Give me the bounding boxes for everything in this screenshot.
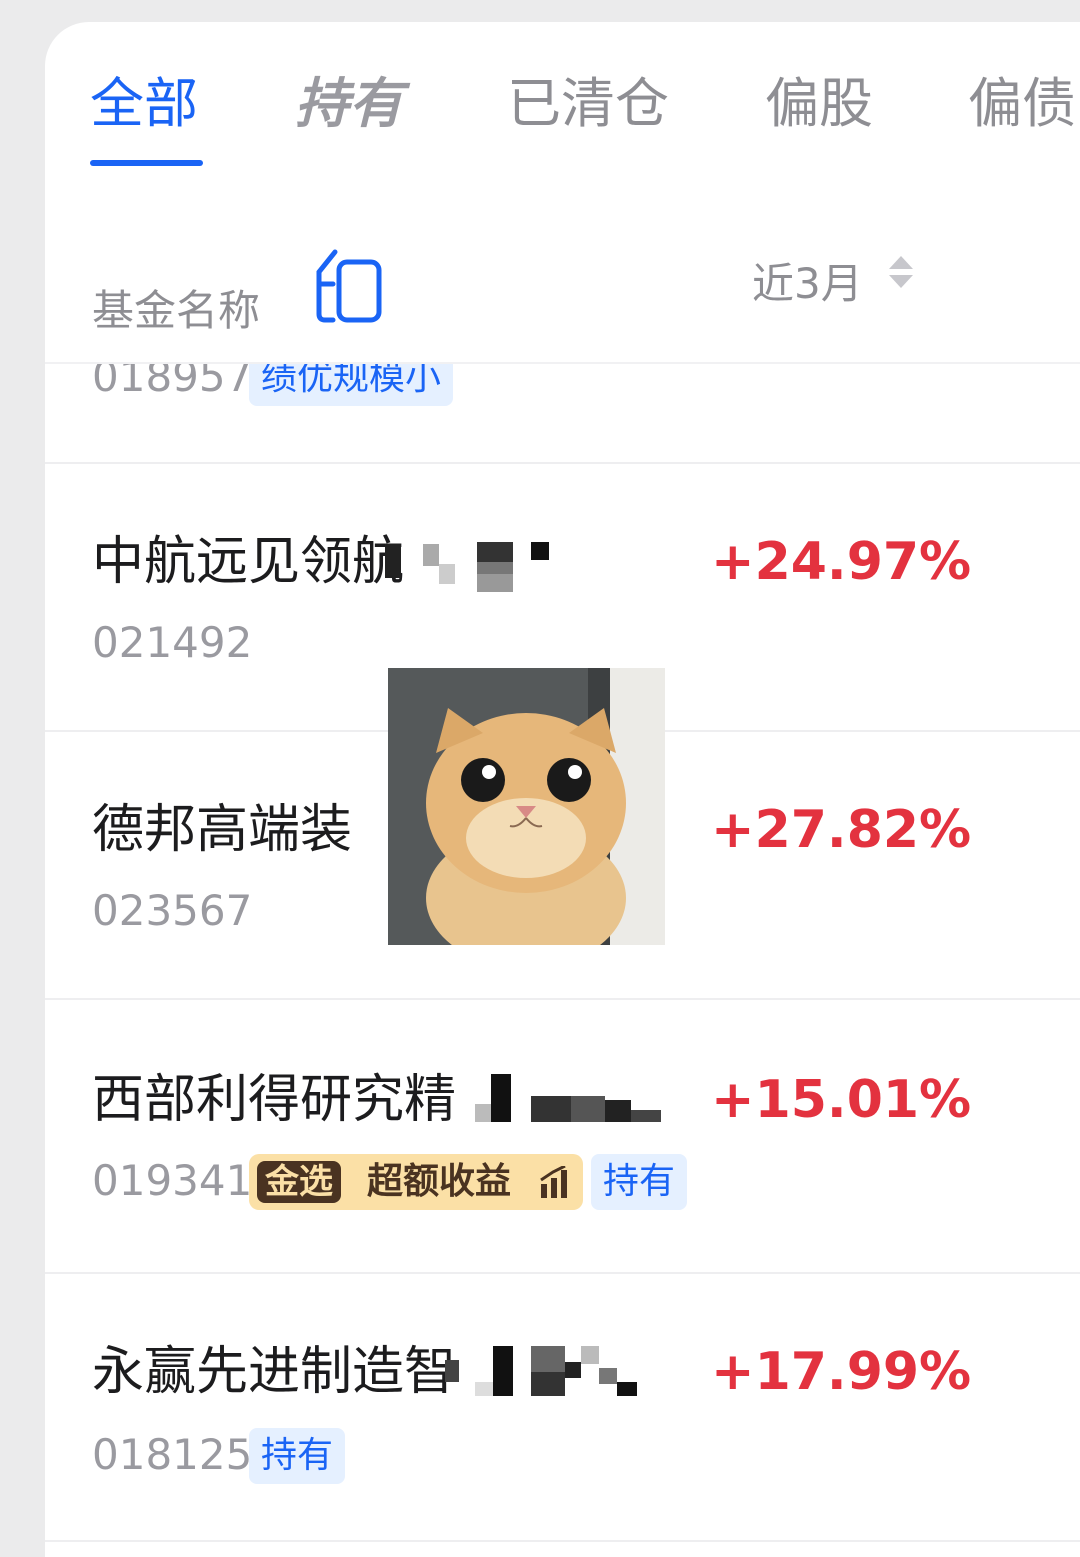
tab-holding[interactable]: 持有 <box>295 72 403 136</box>
fund-return: +17.99% <box>711 1342 972 1402</box>
fund-code: 023567 <box>92 886 253 935</box>
fund-tag: 绩优规模小 <box>249 364 454 406</box>
fund-name: 中航远见领航 <box>92 532 405 592</box>
gold-pick-pill: 金选 <box>257 1161 341 1203</box>
fund-code: 018957 <box>92 362 253 401</box>
fund-name: 西部利得研究精 <box>92 1070 457 1130</box>
switch-view-icon[interactable] <box>313 244 388 324</box>
fund-return: +27.82% <box>711 800 972 860</box>
tab-equity[interactable]: 偏股 <box>765 72 873 136</box>
fund-name: 永赢先进制造智 <box>92 1342 457 1402</box>
tab-cleared[interactable]: 已清仓 <box>507 72 669 136</box>
list-item[interactable]: 西部利得研究精 019341 金选 超额收益 持有 +15.01% <box>45 998 1080 1274</box>
tab-bond[interactable]: 偏债 <box>968 72 1076 136</box>
tab-all[interactable]: 全部 <box>90 72 198 136</box>
holding-tag: 持有 <box>591 1154 688 1210</box>
excess-return-badge: 金选 超额收益 <box>249 1154 583 1210</box>
fund-return: +24.97% <box>711 532 972 592</box>
list-header: 基金名称 近3月 <box>45 222 1080 362</box>
fund-name: 德邦高端装 <box>92 800 353 860</box>
active-tab-indicator <box>90 160 203 166</box>
badge-text: 超额收益 <box>367 1161 512 1202</box>
fund-code: 019341 <box>92 1156 253 1205</box>
sort-icon[interactable] <box>885 252 917 292</box>
list-item[interactable]: 永赢先进制造智 018125 持有 +17.99% <box>45 1272 1080 1542</box>
period-sort-label[interactable]: 近3月 <box>752 250 863 311</box>
fund-code: 021492 <box>92 618 253 667</box>
fund-return: +15.01% <box>711 1070 972 1130</box>
list-item[interactable]: 018957 绩优规模小 <box>45 362 1080 464</box>
holding-tag: 持有 <box>249 1428 346 1484</box>
fund-name-column-label: 基金名称 <box>92 286 261 335</box>
cat-sticker-image <box>388 668 665 945</box>
list-item[interactable] <box>45 1540 1080 1557</box>
tab-bar: 全部 持有 已清仓 偏股 偏债 <box>45 22 1080 202</box>
chart-bars-icon <box>540 1166 567 1198</box>
fund-code: 018125 <box>92 1430 253 1479</box>
fund-list-card: 全部 持有 已清仓 偏股 偏债 基金名称 近3月 018957 绩优规模小 中航… <box>45 22 1080 1557</box>
